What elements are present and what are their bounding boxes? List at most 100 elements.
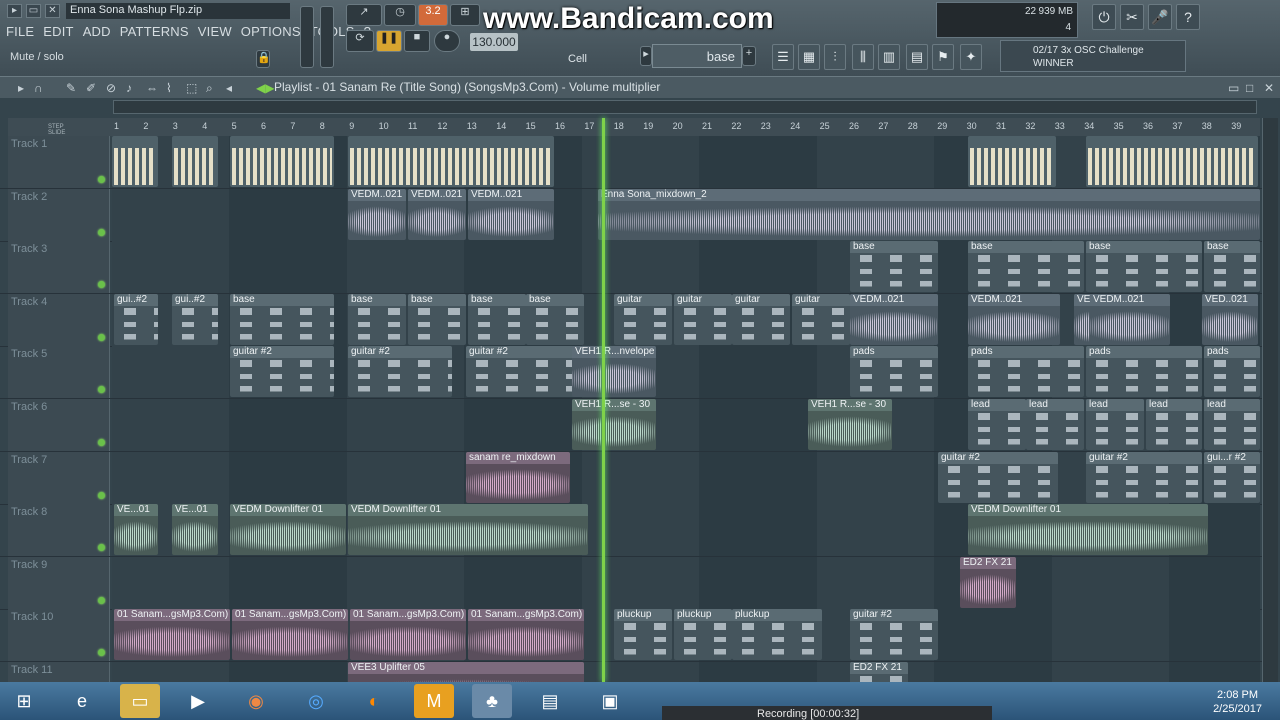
slip-icon[interactable]: ⇔ xyxy=(146,81,158,95)
channel-settings-icon[interactable]: ▥ xyxy=(878,44,900,70)
playlist-clip[interactable]: sanam re_mixdown xyxy=(466,451,570,503)
ie-icon[interactable]: e xyxy=(62,684,102,718)
chrome-alt-icon[interactable]: ◎ xyxy=(296,684,336,718)
playlist-clip[interactable]: lead xyxy=(1026,399,1084,450)
media-icon[interactable]: ▶ xyxy=(178,684,218,718)
start-icon[interactable]: ⊞ xyxy=(4,684,44,718)
playlist-clip[interactable]: 01 Sanam...gsMp3.Com) xyxy=(114,609,230,661)
notepad-icon[interactable]: ▤ xyxy=(530,684,570,718)
playlist-clip[interactable]: VEDM..021 xyxy=(1090,293,1170,345)
timeline-ruler[interactable]: 1 2 3 4 5 6 7 8 9 10 11 12 13 14 15 16 17 18 19 20 21 22 23 24 2… xyxy=(112,118,1260,136)
window-restore-icon[interactable]: ▭ xyxy=(1228,81,1239,95)
track-lane[interactable]: guitar #2 guitar #2 guitar #2 VEH1 R...nvel… xyxy=(112,346,1260,399)
playlist-clip[interactable]: base xyxy=(1086,241,1202,293)
playlist-clip[interactable] xyxy=(172,136,218,187)
master-pitch-slider[interactable] xyxy=(320,6,334,68)
pattern-song-toggle[interactable]: ↗ xyxy=(346,4,382,26)
playlist-clip[interactable]: gui...r #2 xyxy=(1204,451,1260,503)
playlist-clip[interactable]: base xyxy=(408,293,466,345)
metronome-icon[interactable]: ◷ xyxy=(384,4,416,26)
playlist-clip[interactable]: lead xyxy=(1204,399,1260,450)
track-mute-led[interactable] xyxy=(98,176,105,183)
firefox-icon[interactable]: ◐ xyxy=(354,684,394,718)
record-button[interactable]: ● xyxy=(434,30,460,52)
playlist-clip[interactable]: guitar xyxy=(792,293,850,345)
playlist-clip[interactable]: base xyxy=(348,293,406,345)
horizontal-scrollbar[interactable] xyxy=(113,100,1257,114)
playlist-clip[interactable]: pads xyxy=(1204,346,1260,398)
window-max-icon[interactable]: □ xyxy=(1246,81,1253,95)
playlist-clip[interactable]: lead xyxy=(1086,399,1144,450)
power-icon[interactable]: ⏻ xyxy=(1092,4,1116,30)
window-menu-icon[interactable]: ▸ xyxy=(7,4,22,18)
playlist-clip[interactable]: pluckup xyxy=(732,609,822,661)
minimize-icon[interactable]: ▭ xyxy=(26,4,41,18)
playlist-clip[interactable]: guitar xyxy=(614,293,672,345)
playlist-clip[interactable]: pads xyxy=(968,346,1084,398)
mixer-icon[interactable]: ⫼ xyxy=(852,44,874,70)
window-close-icon[interactable]: ✕ xyxy=(1264,81,1274,95)
track-mute-led[interactable] xyxy=(98,386,105,394)
playlist-clip[interactable] xyxy=(112,136,158,187)
playlist-clip[interactable]: lead xyxy=(1146,399,1202,450)
playlist-clip[interactable]: VEDM Downlifter 01 xyxy=(348,504,588,556)
master-volume-slider[interactable] xyxy=(300,6,314,68)
playlist-clip[interactable]: VEDM Downlifter 01 xyxy=(968,504,1208,556)
track-lane[interactable]: 01 Sanam...gsMp3.Com) 01 Sanam...gsMp3.Co… xyxy=(112,609,1260,662)
playlist-clip[interactable] xyxy=(968,136,1056,187)
playlist-icon[interactable]: ☰ xyxy=(772,44,794,70)
add-pattern-icon[interactable]: + xyxy=(742,46,756,66)
playlist-clip[interactable]: VEDM..021 xyxy=(968,293,1060,345)
playlist-clip[interactable]: VEH1 R...nvelope xyxy=(572,346,656,398)
close-icon[interactable]: ✕ xyxy=(45,4,60,18)
track-lane[interactable]: VEDM..021 VEDM..021 VEDM..021 Enna Sona_mix… xyxy=(112,188,1260,241)
fl-studio-icon[interactable]: ♣ xyxy=(472,684,512,718)
playlist-clip[interactable]: base xyxy=(850,241,938,293)
track-header[interactable]: Track 5 xyxy=(8,346,110,399)
track-mute-led[interactable] xyxy=(98,491,105,499)
track-header[interactable]: Track 11 xyxy=(8,662,110,682)
track-header[interactable]: Track 9 xyxy=(8,556,110,609)
playlist-clip[interactable]: VEH1 R...se - 30 xyxy=(572,399,656,450)
playlist-clip[interactable]: Enna Sona_mixdown_2 xyxy=(598,188,1260,240)
track-mute-led[interactable] xyxy=(98,333,105,341)
track-lane[interactable] xyxy=(112,136,1260,188)
track-lane[interactable]: base base base base xyxy=(112,241,1260,294)
pattern-selector[interactable]: base xyxy=(652,44,742,68)
prev-pattern-icon[interactable]: ▸ xyxy=(640,46,652,66)
playlist-clip[interactable]: VEDM..021 xyxy=(348,188,406,240)
playlist-clip[interactable]: ED2 FX 21 xyxy=(960,556,1016,608)
playlist-clip[interactable]: base xyxy=(468,293,526,345)
playlist-clip[interactable]: VE...01 xyxy=(172,504,218,556)
playlist-clip[interactable]: base xyxy=(230,293,334,345)
playlist-clip[interactable]: guitar #2 xyxy=(230,346,334,398)
menu-file[interactable]: FILE xyxy=(6,24,34,39)
playlist-clip[interactable]: 01 Sanam...gsMp3.Com) xyxy=(468,609,584,661)
explorer-icon[interactable]: ▭ xyxy=(120,684,160,718)
plugin-icon[interactable]: ⚑ xyxy=(932,44,954,70)
playlist-clip[interactable]: 01 Sanam...gsMp3.Com) xyxy=(350,609,466,661)
playlist-clip[interactable]: guitar xyxy=(674,293,732,345)
delete-icon[interactable]: ⊘ xyxy=(106,81,116,95)
chrome-icon[interactable]: ◉ xyxy=(236,684,276,718)
stop-button[interactable]: ■ xyxy=(404,30,430,52)
blend-notes-icon[interactable]: ⊞ xyxy=(450,4,480,26)
playlist-clip[interactable]: base xyxy=(526,293,584,345)
playlist-clip[interactable]: VEE3 Uplifter 05 xyxy=(348,662,584,682)
playlist-clip[interactable]: guitar xyxy=(732,293,790,345)
track-lane[interactable]: gui..#2 gui..#2 base base base base base guitar… xyxy=(112,293,1260,346)
playlist-clip[interactable]: VEDM Downlifter 01 xyxy=(230,504,346,556)
playlist-clip[interactable]: VED..021 xyxy=(1202,293,1258,345)
playlist-clip[interactable] xyxy=(230,136,334,187)
countdown-icon[interactable]: 3.2 xyxy=(418,4,448,26)
browser-icon[interactable]: ▤ xyxy=(906,44,928,70)
playlist-clip[interactable]: guitar #2 xyxy=(466,346,584,398)
playlist-clip[interactable]: guitar #2 xyxy=(348,346,452,398)
track-header[interactable]: Track 8 xyxy=(8,504,110,557)
lock-icon[interactable]: 🔒 xyxy=(256,50,271,68)
playhead[interactable] xyxy=(602,118,605,682)
magnet-icon[interactable]: ∩ xyxy=(34,81,43,95)
loop-record-icon[interactable]: ⟳ xyxy=(346,30,374,52)
playlist-clip[interactable]: ED2 FX 21 xyxy=(850,662,908,682)
track-mute-led[interactable] xyxy=(98,228,105,236)
